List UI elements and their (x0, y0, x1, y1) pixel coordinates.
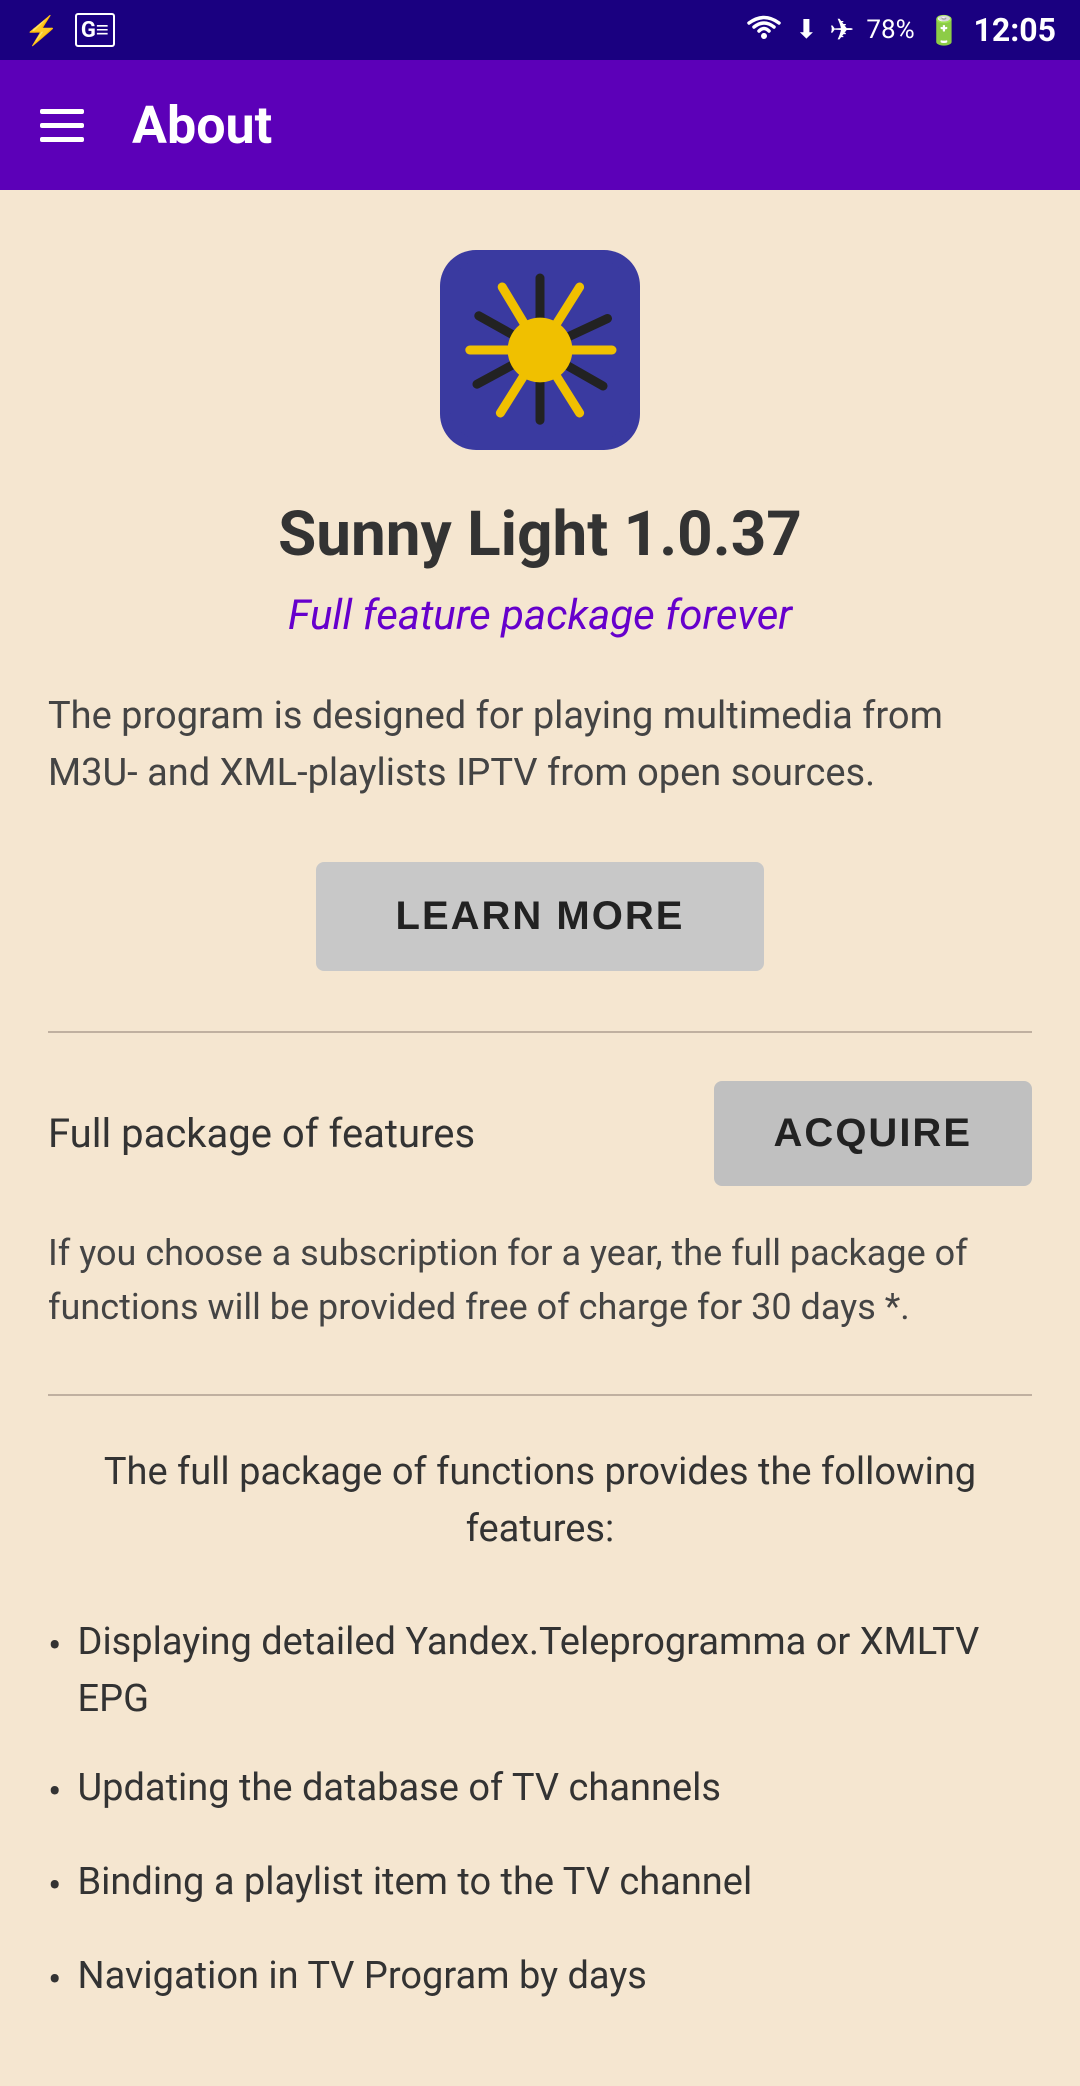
list-item: • Binding a playlist item to the TV chan… (48, 1838, 1032, 1932)
acquire-button[interactable]: ACQUIRE (714, 1081, 1032, 1186)
menu-line-2 (40, 123, 84, 128)
bullet-icon: • (48, 1856, 62, 1916)
feature-4: Navigation in TV Program by days (78, 1948, 647, 2005)
features-list: • Displaying detailed Yandex.Teleprogram… (48, 1598, 1032, 2026)
list-item: • Navigation in TV Program by days (48, 1932, 1032, 2026)
toolbar: About (0, 60, 1080, 190)
learn-more-button[interactable]: LEARN MORE (316, 862, 765, 971)
acquire-row: Full package of features ACQUIRE (48, 1081, 1032, 1186)
main-content: Sunny Light 1.0.37 Full feature package … (0, 190, 1080, 2086)
app-description: The program is designed for playing mult… (48, 688, 1032, 802)
bullet-icon: • (48, 1762, 62, 1822)
features-title: The full package of functions provides t… (48, 1444, 1032, 1558)
battery-icon: 🔋 (927, 14, 962, 47)
app-name: Sunny Light 1.0.37 (278, 498, 802, 571)
list-item: • Displaying detailed Yandex.Teleprogram… (48, 1598, 1032, 1744)
airplane-icon: ✈ (829, 13, 854, 48)
menu-button[interactable] (40, 109, 84, 142)
status-bar-left: ⚡ G≡ (24, 13, 115, 47)
feature-2: Updating the database of TV channels (78, 1760, 721, 1817)
divider-2 (48, 1394, 1032, 1396)
feature-3: Binding a playlist item to the TV channe… (78, 1854, 753, 1911)
menu-line-3 (40, 137, 84, 142)
app-tagline: Full feature package forever (288, 591, 792, 640)
app-icon (440, 250, 640, 450)
divider-1 (48, 1031, 1032, 1033)
page-title: About (132, 95, 272, 156)
status-time: 12:05 (974, 11, 1056, 49)
download-icon: ⬇ (795, 15, 817, 45)
battery-percent: 78% (866, 15, 914, 45)
list-item: • Updating the database of TV channels (48, 1744, 1032, 1838)
wifi-icon (745, 11, 783, 49)
feature-1: Displaying detailed Yandex.Teleprogramma… (78, 1614, 1033, 1728)
usb-icon: ⚡ (24, 14, 59, 47)
status-bar-right: ⬇ ✈ 78% 🔋 12:05 (745, 11, 1056, 49)
menu-line-1 (40, 109, 84, 114)
app-icon-container (440, 250, 640, 450)
news-icon: G≡ (75, 13, 115, 47)
features-section: The full package of functions provides t… (48, 1444, 1032, 2026)
acquire-label: Full package of features (48, 1110, 475, 1157)
bullet-icon: • (48, 1950, 62, 2010)
bullet-icon: • (48, 1616, 62, 1676)
status-bar: ⚡ G≡ ⬇ ✈ 78% 🔋 12:05 (0, 0, 1080, 60)
subscription-text: If you choose a subscription for a year,… (48, 1226, 1032, 1334)
